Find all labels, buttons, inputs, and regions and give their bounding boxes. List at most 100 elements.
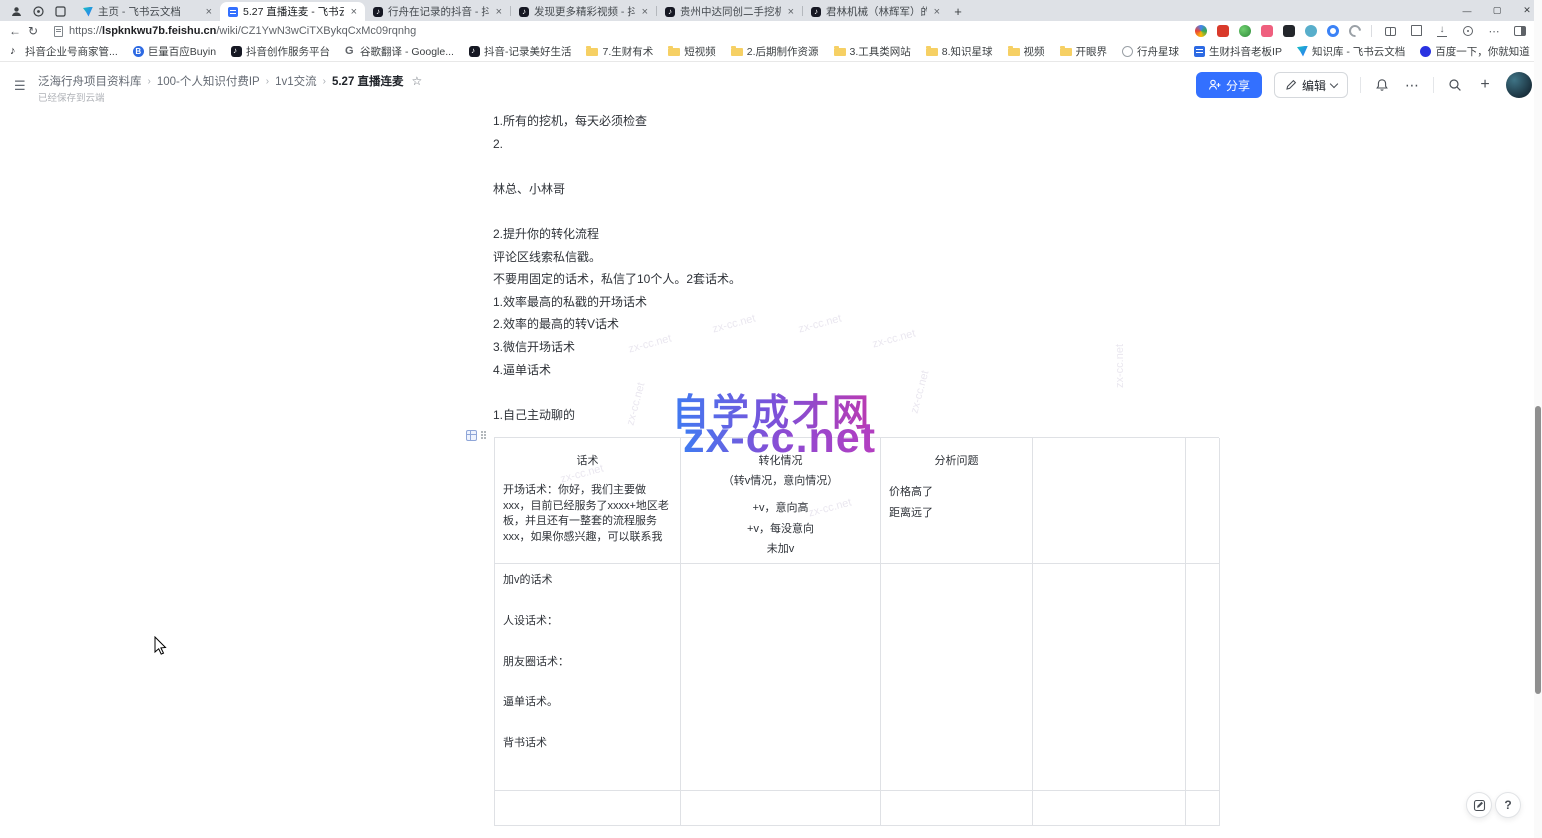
table-cell-empty[interactable] — [681, 564, 881, 791]
sidebar-toggle-icon[interactable] — [1512, 24, 1528, 38]
extensions-hub-icon[interactable] — [32, 5, 45, 18]
maximize-button[interactable]: ▢ — [1482, 0, 1512, 21]
bookmark-item[interactable]: B巨量百应Buyin — [133, 44, 216, 59]
doc-paragraph[interactable]: 2.提升你的转化流程 — [493, 223, 1223, 246]
doc-paragraph[interactable]: 不要用固定的话术，私信了10个人。2套话术。 — [493, 268, 1223, 291]
table-cell-empty[interactable] — [881, 791, 1033, 826]
bookmark-item[interactable]: 抖音创作服务平台 — [231, 44, 330, 59]
bookmark-folder[interactable]: 2.后期制作资源 — [731, 44, 819, 59]
profile-icon[interactable] — [10, 5, 23, 18]
tab-strip: 主页 - 飞书云文档 × 5.27 直播连麦 - 飞书云文档 × 行舟在记录的抖… — [0, 0, 1542, 21]
vertical-tabs-icon[interactable] — [54, 5, 67, 18]
feedback-button[interactable] — [1466, 792, 1492, 818]
bookmark-item[interactable]: 行舟星球 — [1122, 44, 1179, 59]
document-canvas[interactable]: 1.所有的挖机，每天必须检查 2. 林总、小林哥 2.提升你的转化流程 评论区线… — [0, 110, 1542, 838]
bookmark-folder[interactable]: 3.工具类网站 — [834, 44, 911, 59]
table-cell[interactable]: 加v的话术 人设话术： 朋友圈话术： 逼单话术。 背书话术 — [495, 564, 681, 791]
extension-gray-icon[interactable] — [1347, 23, 1364, 40]
avatar[interactable] — [1506, 72, 1532, 98]
downloads-icon[interactable]: ↓ — [1434, 24, 1450, 38]
doc-paragraph[interactable]: 2. — [493, 133, 1223, 156]
bookmark-folder[interactable]: 短视频 — [668, 44, 716, 59]
bookmark-folder[interactable]: 8.知识星球 — [926, 44, 993, 59]
table-cell-empty[interactable] — [1033, 564, 1186, 791]
breadcrumb-item[interactable]: 1v1交流 — [275, 73, 317, 89]
refresh-icon[interactable]: ↻ — [24, 23, 42, 39]
table-cell-empty[interactable] — [881, 564, 1033, 791]
bookmark-item[interactable]: ♪抖音企业号商家管... — [10, 44, 118, 59]
settings-more-icon[interactable]: ⋯ — [1486, 24, 1502, 38]
minimize-button[interactable]: — — [1452, 0, 1482, 21]
table-cell-empty[interactable] — [681, 791, 881, 826]
table-cell-empty[interactable] — [1033, 791, 1186, 826]
bookmark-item[interactable]: 生财抖音老板IP — [1194, 44, 1282, 59]
table-cell[interactable]: 话术 开场话术：你好，我们主要做xxx，目前已经服务了xxxx+地区老板，并且还… — [495, 438, 681, 564]
browser-essentials-icon[interactable] — [1460, 24, 1476, 38]
search-icon[interactable] — [1446, 78, 1464, 92]
bookmark-item[interactable]: 抖音-记录美好生活 — [469, 44, 572, 59]
doc-paragraph[interactable]: 1.效率最高的私戳的开场话术 — [493, 291, 1223, 314]
bookmark-item[interactable]: G谷歌翻译 - Google... — [345, 44, 454, 59]
extension-red-icon[interactable] — [1217, 25, 1229, 37]
table-block-icon[interactable] — [466, 430, 477, 441]
more-options-icon[interactable]: ⋯ — [1403, 77, 1421, 94]
douyin-icon — [231, 46, 242, 57]
close-tab-icon[interactable]: × — [640, 6, 650, 18]
bookmark-folder[interactable]: 7.生财有术 — [586, 44, 653, 59]
extension-teal-icon[interactable] — [1305, 25, 1317, 37]
tab-douyin-profile[interactable]: 行舟在记录的抖音 - 抖音 × — [365, 2, 510, 21]
close-tab-icon[interactable]: × — [932, 6, 942, 18]
doc-paragraph[interactable]: 2.效率的最高的转V话术 — [493, 313, 1223, 336]
doc-paragraph[interactable]: 林总、小林哥 — [493, 178, 1223, 201]
close-tab-icon[interactable]: × — [349, 6, 359, 18]
extension-icons: ↓ ⋯ — [1195, 24, 1536, 38]
folder-icon — [926, 48, 938, 56]
edit-button[interactable]: 编辑 — [1274, 72, 1348, 98]
close-tab-icon[interactable]: × — [494, 6, 504, 18]
help-button[interactable]: ? — [1495, 792, 1521, 818]
drag-handle-icon[interactable] — [481, 431, 486, 440]
page-info-icon[interactable] — [54, 26, 63, 37]
notification-bell-icon[interactable] — [1373, 78, 1391, 92]
tab-douyin-machinery[interactable]: 君林机械（林辉军）的抖音 - 抖 × — [803, 2, 948, 21]
sidebar-collapse-icon[interactable]: ☰ — [14, 78, 26, 94]
doc-paragraph[interactable] — [493, 155, 1223, 178]
save-status: 已经保存到云端 — [38, 90, 105, 104]
new-tab-button[interactable]: + — [948, 2, 968, 21]
extension-colorful-icon[interactable] — [1195, 25, 1207, 37]
table-cell-empty[interactable] — [495, 791, 681, 826]
bookmark-folder[interactable]: 开眼界 — [1060, 44, 1108, 59]
scrollbar-thumb[interactable] — [1535, 406, 1541, 694]
extension-blue-ring-icon[interactable] — [1327, 25, 1339, 37]
star-icon[interactable]: ☆ — [412, 74, 423, 88]
close-tab-icon[interactable]: × — [204, 6, 214, 18]
table-cell-empty[interactable] — [1186, 791, 1220, 826]
breadcrumb-item[interactable]: 100-个人知识付费IP — [157, 73, 260, 89]
tab-home[interactable]: 主页 - 飞书云文档 × — [75, 2, 220, 21]
table-cell-empty[interactable] — [1033, 438, 1186, 564]
tab-douyin-search[interactable]: 发现更多精彩视频 - 抖音搜索 × — [511, 2, 656, 21]
address-bar[interactable]: https://lspknkwu7b.feishu.cn/wiki/CZ1YwN… — [54, 25, 1195, 37]
bookmark-folder[interactable]: 视频 — [1008, 44, 1045, 59]
doc-paragraph[interactable]: 评论区线索私信戳。 — [493, 246, 1223, 269]
extension-black-icon[interactable] — [1283, 25, 1295, 37]
extension-pink-icon[interactable] — [1261, 25, 1273, 37]
extension-green-icon[interactable] — [1239, 25, 1251, 37]
split-screen-icon[interactable] — [1382, 24, 1398, 38]
breadcrumb-item[interactable]: 泛海行舟项目资料库 — [38, 73, 142, 89]
bookmark-item[interactable]: 知识库 - 飞书云文档 — [1297, 44, 1405, 59]
table-cell-empty[interactable] — [1186, 564, 1220, 791]
table-cell[interactable]: 分析问题 价格高了 距离远了 — [881, 438, 1033, 564]
share-button[interactable]: 分享 — [1196, 72, 1262, 98]
doc-paragraph[interactable] — [493, 200, 1223, 223]
tab-current-doc[interactable]: 5.27 直播连麦 - 飞书云文档 × — [220, 2, 365, 21]
bookmark-item[interactable]: 百度一下，你就知道 — [1420, 44, 1530, 59]
back-icon[interactable]: ← — [6, 23, 24, 39]
table-cell-empty[interactable] — [1186, 438, 1220, 564]
create-new-icon[interactable]: + — [1476, 76, 1494, 94]
edit-label: 编辑 — [1302, 77, 1326, 94]
collections-icon[interactable] — [1408, 24, 1424, 38]
tab-douyin-excavator[interactable]: 贵州中达同创二手挖机的抖音 - × — [657, 2, 802, 21]
close-tab-icon[interactable]: × — [786, 6, 796, 18]
doc-paragraph[interactable]: 1.所有的挖机，每天必须检查 — [493, 110, 1223, 133]
